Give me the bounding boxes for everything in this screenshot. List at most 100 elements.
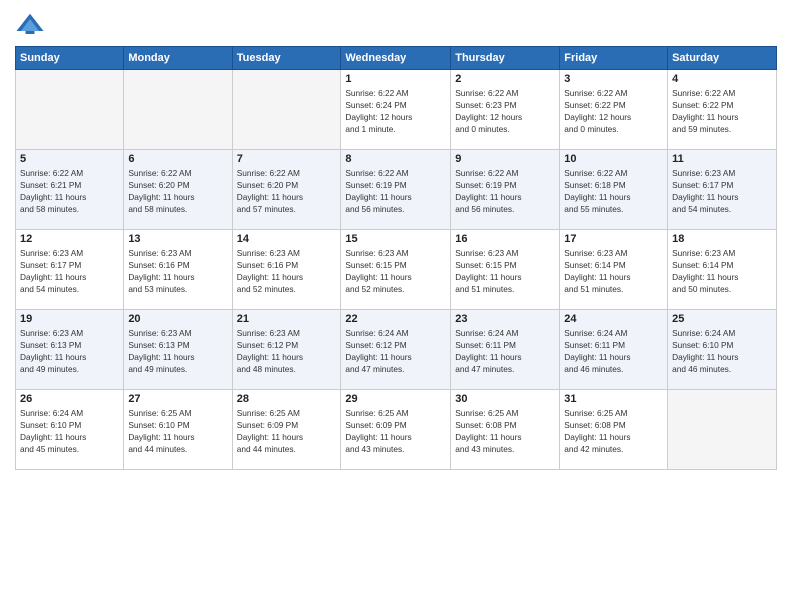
- day-info: Sunrise: 6:22 AMSunset: 6:20 PMDaylight:…: [128, 167, 227, 215]
- calendar-cell: 26 Sunrise: 6:24 AMSunset: 6:10 PMDayligh…: [16, 390, 124, 470]
- day-info: Sunrise: 6:22 AMSunset: 6:20 PMDaylight:…: [237, 167, 337, 215]
- day-info: Sunrise: 6:25 AMSunset: 6:09 PMDaylight:…: [237, 407, 337, 455]
- day-info: Sunrise: 6:25 AMSunset: 6:09 PMDaylight:…: [345, 407, 446, 455]
- calendar-cell: [16, 70, 124, 150]
- calendar-cell: 3 Sunrise: 6:22 AMSunset: 6:22 PMDaylight…: [560, 70, 668, 150]
- calendar-week-3: 12 Sunrise: 6:23 AMSunset: 6:17 PMDayligh…: [16, 230, 777, 310]
- day-info: Sunrise: 6:23 AMSunset: 6:15 PMDaylight:…: [455, 247, 555, 295]
- calendar-cell: 16 Sunrise: 6:23 AMSunset: 6:15 PMDayligh…: [451, 230, 560, 310]
- day-number: 1: [345, 73, 446, 85]
- day-number: 13: [128, 233, 227, 245]
- calendar-week-2: 5 Sunrise: 6:22 AMSunset: 6:21 PMDaylight…: [16, 150, 777, 230]
- day-info: Sunrise: 6:23 AMSunset: 6:15 PMDaylight:…: [345, 247, 446, 295]
- day-header-wednesday: Wednesday: [341, 47, 451, 70]
- header-row: SundayMondayTuesdayWednesdayThursdayFrid…: [16, 47, 777, 70]
- day-number: 30: [455, 393, 555, 405]
- calendar-week-4: 19 Sunrise: 6:23 AMSunset: 6:13 PMDayligh…: [16, 310, 777, 390]
- calendar-cell: [668, 390, 777, 470]
- calendar-cell: 24 Sunrise: 6:24 AMSunset: 6:11 PMDayligh…: [560, 310, 668, 390]
- calendar-cell: 28 Sunrise: 6:25 AMSunset: 6:09 PMDayligh…: [232, 390, 341, 470]
- day-header-thursday: Thursday: [451, 47, 560, 70]
- day-info: Sunrise: 6:23 AMSunset: 6:17 PMDaylight:…: [20, 247, 119, 295]
- calendar-cell: 13 Sunrise: 6:23 AMSunset: 6:16 PMDayligh…: [124, 230, 232, 310]
- day-number: 19: [20, 313, 119, 325]
- day-number: 9: [455, 153, 555, 165]
- calendar-body: 1 Sunrise: 6:22 AMSunset: 6:24 PMDaylight…: [16, 70, 777, 470]
- calendar-cell: [124, 70, 232, 150]
- day-info: Sunrise: 6:23 AMSunset: 6:16 PMDaylight:…: [128, 247, 227, 295]
- day-number: 27: [128, 393, 227, 405]
- calendar-cell: 15 Sunrise: 6:23 AMSunset: 6:15 PMDayligh…: [341, 230, 451, 310]
- day-number: 16: [455, 233, 555, 245]
- day-info: Sunrise: 6:25 AMSunset: 6:08 PMDaylight:…: [455, 407, 555, 455]
- header: [15, 10, 777, 40]
- day-number: 18: [672, 233, 772, 245]
- calendar-cell: 20Sunrise: 6:23 AMSunset: 6:13 PMDayligh…: [124, 310, 232, 390]
- calendar-cell: 25Sunrise: 6:24 AMSunset: 6:10 PMDayligh…: [668, 310, 777, 390]
- calendar-week-1: 1 Sunrise: 6:22 AMSunset: 6:24 PMDaylight…: [16, 70, 777, 150]
- calendar-cell: 9 Sunrise: 6:22 AMSunset: 6:19 PMDaylight…: [451, 150, 560, 230]
- day-info: Sunrise: 6:22 AMSunset: 6:24 PMDaylight:…: [345, 87, 446, 135]
- day-number: 17: [564, 233, 663, 245]
- logo-icon: [15, 10, 45, 40]
- calendar-cell: 18 Sunrise: 6:23 AMSunset: 6:14 PMDayligh…: [668, 230, 777, 310]
- day-info: Sunrise: 6:23 AMSunset: 6:12 PMDaylight:…: [237, 327, 337, 375]
- day-info: Sunrise: 6:22 AMSunset: 6:22 PMDaylight:…: [564, 87, 663, 135]
- day-info: Sunrise: 6:22 AMSunset: 6:21 PMDaylight:…: [20, 167, 119, 215]
- day-number: 11: [672, 153, 772, 165]
- calendar-cell: 31 Sunrise: 6:25 AMSunset: 6:08 PMDayligh…: [560, 390, 668, 470]
- calendar-cell: [232, 70, 341, 150]
- calendar-cell: 10Sunrise: 6:22 AMSunset: 6:18 PMDayligh…: [560, 150, 668, 230]
- day-number: 31: [564, 393, 663, 405]
- day-number: 14: [237, 233, 337, 245]
- day-number: 7: [237, 153, 337, 165]
- day-info: Sunrise: 6:24 AMSunset: 6:11 PMDaylight:…: [564, 327, 663, 375]
- day-number: 23: [455, 313, 555, 325]
- day-header-friday: Friday: [560, 47, 668, 70]
- day-header-saturday: Saturday: [668, 47, 777, 70]
- calendar-cell: 22 Sunrise: 6:24 AMSunset: 6:12 PMDayligh…: [341, 310, 451, 390]
- day-info: Sunrise: 6:24 AMSunset: 6:10 PMDaylight:…: [20, 407, 119, 455]
- day-info: Sunrise: 6:25 AMSunset: 6:08 PMDaylight:…: [564, 407, 663, 455]
- calendar-cell: 27 Sunrise: 6:25 AMSunset: 6:10 PMDayligh…: [124, 390, 232, 470]
- day-number: 24: [564, 313, 663, 325]
- calendar-cell: 17 Sunrise: 6:23 AMSunset: 6:14 PMDayligh…: [560, 230, 668, 310]
- logo: [15, 10, 49, 40]
- calendar-week-5: 26 Sunrise: 6:24 AMSunset: 6:10 PMDayligh…: [16, 390, 777, 470]
- calendar-cell: 8 Sunrise: 6:22 AMSunset: 6:19 PMDaylight…: [341, 150, 451, 230]
- calendar-cell: 29Sunrise: 6:25 AMSunset: 6:09 PMDayligh…: [341, 390, 451, 470]
- day-info: Sunrise: 6:23 AMSunset: 6:14 PMDaylight:…: [672, 247, 772, 295]
- day-number: 5: [20, 153, 119, 165]
- day-number: 15: [345, 233, 446, 245]
- calendar-header: SundayMondayTuesdayWednesdayThursdayFrid…: [16, 47, 777, 70]
- calendar-cell: 1 Sunrise: 6:22 AMSunset: 6:24 PMDaylight…: [341, 70, 451, 150]
- day-number: 3: [564, 73, 663, 85]
- day-info: Sunrise: 6:23 AMSunset: 6:17 PMDaylight:…: [672, 167, 772, 215]
- day-info: Sunrise: 6:23 AMSunset: 6:14 PMDaylight:…: [564, 247, 663, 295]
- day-info: Sunrise: 6:25 AMSunset: 6:10 PMDaylight:…: [128, 407, 227, 455]
- day-info: Sunrise: 6:24 AMSunset: 6:12 PMDaylight:…: [345, 327, 446, 375]
- calendar-cell: 2Sunrise: 6:22 AMSunset: 6:23 PMDaylight…: [451, 70, 560, 150]
- calendar-cell: 6Sunrise: 6:22 AMSunset: 6:20 PMDaylight…: [124, 150, 232, 230]
- calendar-cell: 4Sunrise: 6:22 AMSunset: 6:22 PMDaylight…: [668, 70, 777, 150]
- day-number: 28: [237, 393, 337, 405]
- day-number: 20: [128, 313, 227, 325]
- day-number: 26: [20, 393, 119, 405]
- calendar-cell: 14Sunrise: 6:23 AMSunset: 6:16 PMDayligh…: [232, 230, 341, 310]
- day-header-tuesday: Tuesday: [232, 47, 341, 70]
- day-number: 4: [672, 73, 772, 85]
- day-number: 2: [455, 73, 555, 85]
- calendar-cell: 30 Sunrise: 6:25 AMSunset: 6:08 PMDayligh…: [451, 390, 560, 470]
- calendar: SundayMondayTuesdayWednesdayThursdayFrid…: [15, 46, 777, 470]
- day-number: 8: [345, 153, 446, 165]
- day-number: 10: [564, 153, 663, 165]
- day-info: Sunrise: 6:22 AMSunset: 6:19 PMDaylight:…: [345, 167, 446, 215]
- day-info: Sunrise: 6:22 AMSunset: 6:19 PMDaylight:…: [455, 167, 555, 215]
- day-number: 12: [20, 233, 119, 245]
- day-info: Sunrise: 6:24 AMSunset: 6:10 PMDaylight:…: [672, 327, 772, 375]
- calendar-cell: 5 Sunrise: 6:22 AMSunset: 6:21 PMDaylight…: [16, 150, 124, 230]
- day-number: 22: [345, 313, 446, 325]
- day-header-sunday: Sunday: [16, 47, 124, 70]
- day-info: Sunrise: 6:23 AMSunset: 6:13 PMDaylight:…: [20, 327, 119, 375]
- day-number: 21: [237, 313, 337, 325]
